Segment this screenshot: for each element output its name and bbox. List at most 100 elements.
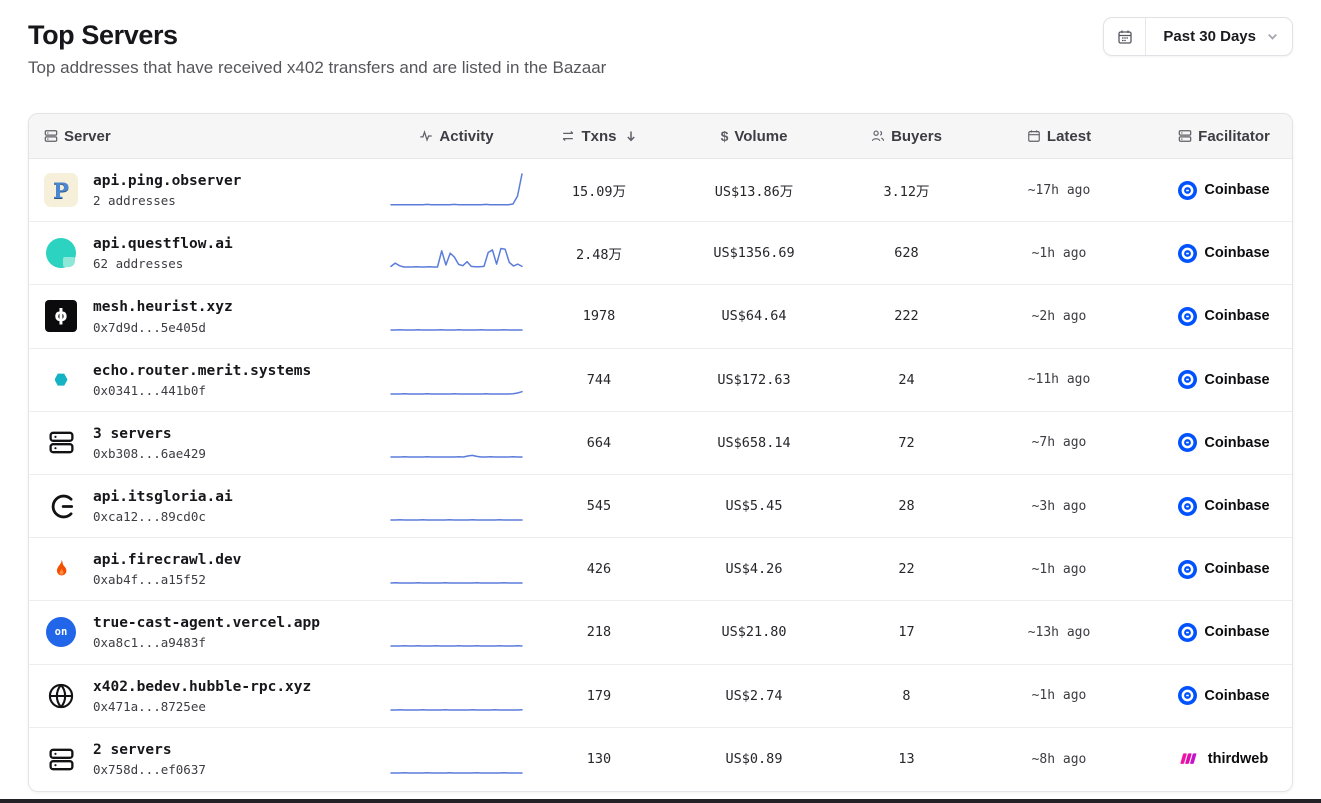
server-name[interactable]: 3 servers — [93, 425, 206, 443]
buyers-value: 8 — [849, 688, 964, 704]
column-label: Volume — [734, 128, 787, 145]
server-name[interactable]: x402.bedev.hubble-rpc.xyz — [93, 678, 311, 696]
date-range-filter[interactable]: Past 30 Days — [1103, 17, 1293, 56]
facilitator-logo-icon — [1178, 307, 1197, 326]
server-subtext: 0xa8c1...a9483f — [93, 635, 320, 650]
column-label: Buyers — [891, 128, 942, 145]
server-subtext: 0xab4f...a15f52 — [93, 572, 241, 587]
column-header-volume[interactable]: $ Volume — [659, 128, 849, 145]
chevron-down-icon — [1266, 30, 1292, 43]
table-row[interactable]: on true-cast-agent.vercel.app 0xa8c1...a… — [29, 601, 1292, 664]
facilitator-name: thirdweb — [1208, 751, 1268, 767]
server-logo-icon — [42, 493, 80, 520]
server-cell[interactable]: 3 servers 0xb308...6ae429 — [29, 425, 374, 461]
buyers-icon — [871, 129, 885, 143]
table-row[interactable]: 2 servers 0x758d...ef0637 130 US$0.89 13… — [29, 728, 1292, 791]
column-header-activity[interactable]: Activity — [374, 128, 539, 145]
server-subtext: 0x0341...441b0f — [93, 383, 311, 398]
server-subtext: 62 addresses — [93, 256, 233, 271]
facilitator-logo-icon — [1178, 244, 1197, 263]
facilitator-logo-icon — [1178, 623, 1197, 642]
server-name[interactable]: 2 servers — [93, 741, 206, 759]
server-name[interactable]: api.firecrawl.dev — [93, 551, 241, 569]
latest-value: ~13h ago — [964, 625, 1154, 640]
activity-sparkline — [374, 612, 539, 652]
facilitator-name: Coinbase — [1204, 182, 1269, 198]
facilitator-name: Coinbase — [1204, 435, 1269, 451]
buyers-value: 22 — [849, 561, 964, 577]
server-name[interactable]: mesh.heurist.xyz — [93, 298, 233, 316]
facilitator-logo-icon — [1178, 560, 1197, 579]
dollar-icon: $ — [721, 128, 729, 144]
activity-icon — [419, 129, 433, 143]
page-header: Top Servers Top addresses that have rece… — [0, 0, 1321, 78]
table-row[interactable]: ɸ mesh.heurist.xyz 0x7d9d...5e405d 1978 … — [29, 285, 1292, 348]
server-name[interactable]: true-cast-agent.vercel.app — [93, 614, 320, 632]
latest-value: ~17h ago — [964, 183, 1154, 198]
server-cell[interactable]: x402.bedev.hubble-rpc.xyz 0x471a...8725e… — [29, 678, 374, 714]
column-header-latest[interactable]: Latest — [964, 128, 1154, 145]
facilitator-name: Coinbase — [1204, 561, 1269, 577]
server-logo-icon: P — [42, 173, 80, 207]
activity-sparkline — [374, 676, 539, 716]
server-cell[interactable]: echo.router.merit.systems 0x0341...441b0… — [29, 362, 374, 398]
facilitator-cell: Coinbase — [1154, 370, 1293, 389]
volume-value: US$0.89 — [659, 751, 849, 767]
column-header-server[interactable]: Server — [29, 128, 374, 145]
txns-value: 218 — [539, 624, 659, 640]
facilitator-name: Coinbase — [1204, 308, 1269, 324]
server-cell[interactable]: api.questflow.ai 62 addresses — [29, 235, 374, 271]
facilitator-name: Coinbase — [1204, 245, 1269, 261]
server-cell[interactable]: ɸ mesh.heurist.xyz 0x7d9d...5e405d — [29, 298, 374, 334]
server-name[interactable]: api.ping.observer — [93, 172, 241, 190]
window-bottom-edge — [0, 799, 1321, 803]
column-label: Latest — [1047, 128, 1091, 145]
calendar-icon — [1027, 129, 1041, 143]
txns-value: 1978 — [539, 308, 659, 324]
table-row[interactable]: api.itsgloria.ai 0xca12...89cd0c 545 US$… — [29, 475, 1292, 538]
sort-desc-icon — [625, 130, 637, 142]
activity-sparkline — [374, 170, 539, 210]
txns-value: 545 — [539, 498, 659, 514]
server-name[interactable]: api.questflow.ai — [93, 235, 233, 253]
buyers-value: 28 — [849, 498, 964, 514]
table-row[interactable]: api.firecrawl.dev 0xab4f...a15f52 426 US… — [29, 538, 1292, 601]
column-label: Facilitator — [1198, 128, 1270, 145]
facilitator-logo-icon — [1178, 370, 1197, 389]
page-title: Top Servers — [28, 20, 606, 51]
server-cell[interactable]: api.itsgloria.ai 0xca12...89cd0c — [29, 488, 374, 524]
column-header-facilitator[interactable]: Facilitator — [1154, 128, 1293, 145]
server-subtext: 0x7d9d...5e405d — [93, 320, 233, 335]
server-cell[interactable]: on true-cast-agent.vercel.app 0xa8c1...a… — [29, 614, 374, 650]
column-header-txns[interactable]: Txns — [539, 128, 659, 145]
volume-value: US$4.26 — [659, 561, 849, 577]
server-name[interactable]: echo.router.merit.systems — [93, 362, 311, 380]
table-row[interactable]: echo.router.merit.systems 0x0341...441b0… — [29, 349, 1292, 412]
server-subtext: 0x471a...8725ee — [93, 699, 311, 714]
activity-sparkline — [374, 423, 539, 463]
table-row[interactable]: x402.bedev.hubble-rpc.xyz 0x471a...8725e… — [29, 665, 1292, 728]
table-row[interactable]: api.questflow.ai 62 addresses 2.48万 US$1… — [29, 222, 1292, 285]
txns-value: 2.48万 — [539, 243, 659, 263]
server-name[interactable]: api.itsgloria.ai — [93, 488, 233, 506]
server-cell[interactable]: P api.ping.observer 2 addresses — [29, 172, 374, 208]
transfer-icon — [561, 129, 575, 143]
table-row[interactable]: P api.ping.observer 2 addresses 15.09万 U… — [29, 159, 1292, 222]
facilitator-logo-icon — [1178, 181, 1197, 200]
server-cell[interactable]: 2 servers 0x758d...ef0637 — [29, 741, 374, 777]
server-logo-icon: ɸ — [42, 300, 80, 332]
txns-value: 15.09万 — [539, 180, 659, 200]
volume-value: US$21.80 — [659, 624, 849, 640]
server-cell[interactable]: api.firecrawl.dev 0xab4f...a15f52 — [29, 551, 374, 587]
facilitator-cell: Coinbase — [1154, 623, 1293, 642]
column-label: Txns — [581, 128, 616, 145]
facilitator-logo-icon — [1178, 686, 1197, 705]
column-header-buyers[interactable]: Buyers — [849, 128, 964, 145]
table-row[interactable]: 3 servers 0xb308...6ae429 664 US$658.14 … — [29, 412, 1292, 475]
activity-sparkline — [374, 233, 539, 273]
server-subtext: 0x758d...ef0637 — [93, 762, 206, 777]
server-logo-icon: on — [42, 617, 80, 647]
volume-value: US$5.45 — [659, 498, 849, 514]
buyers-value: 13 — [849, 751, 964, 767]
facilitator-cell: Coinbase — [1154, 433, 1293, 452]
